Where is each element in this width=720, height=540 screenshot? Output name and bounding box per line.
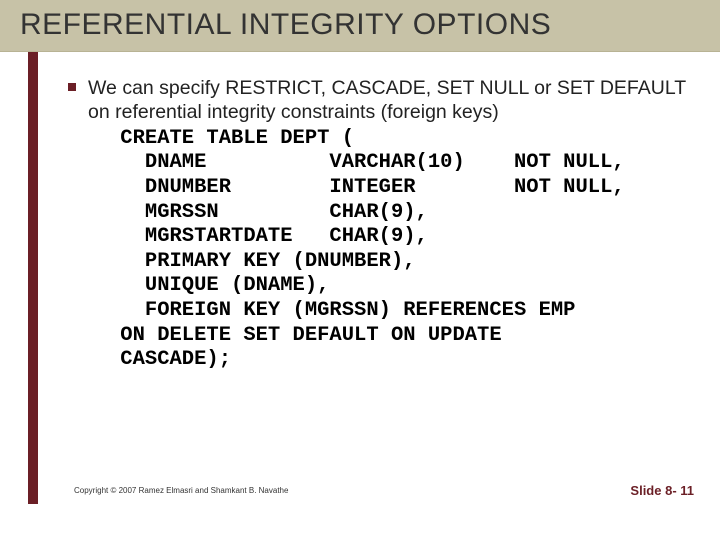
accent-stripe <box>28 52 38 504</box>
content-area: We can specify RESTRICT, CASCADE, SET NU… <box>14 52 720 373</box>
bullet-item: We can specify RESTRICT, CASCADE, SET NU… <box>68 76 690 373</box>
copyright-text: Copyright © 2007 Ramez Elmasri and Shamk… <box>74 486 288 495</box>
lead-text: We can specify RESTRICT, CASCADE, SET NU… <box>88 76 690 125</box>
square-bullet-icon <box>68 83 76 91</box>
code-block: CREATE TABLE DEPT ( DNAME VARCHAR(10) NO… <box>108 127 690 373</box>
slide-number: Slide 8- 11 <box>630 483 694 498</box>
slide-title: REFERENTIAL INTEGRITY OPTIONS <box>20 8 700 41</box>
slide-footer: Copyright © 2007 Ramez Elmasri and Shamk… <box>14 482 720 504</box>
slide-body: We can specify RESTRICT, CASCADE, SET NU… <box>0 52 720 504</box>
bullet-text-block: We can specify RESTRICT, CASCADE, SET NU… <box>88 76 690 373</box>
slide-header: REFERENTIAL INTEGRITY OPTIONS <box>0 0 720 52</box>
